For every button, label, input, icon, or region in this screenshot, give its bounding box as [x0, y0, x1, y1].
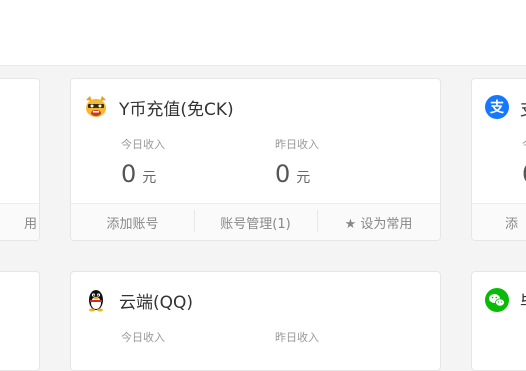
card-header: 云端(QQ) [83, 286, 193, 314]
today-income: 今日收入 0元 [121, 136, 165, 188]
yesterday-income-label: 昨日收入 [275, 138, 319, 151]
card-title: 云端(QQ) [119, 292, 194, 313]
wechat-icon [484, 287, 510, 313]
card-title: 支 [520, 95, 526, 120]
account-card-left-partial: 用 [0, 78, 40, 241]
today-income-label: 今日收入 [121, 331, 165, 344]
yesterday-income: 昨日收入 [275, 329, 319, 345]
alipay-icon: 支 [484, 94, 510, 120]
today-income: 今 0 [522, 136, 526, 188]
card-title: Y币充值(免CK) [119, 99, 234, 120]
account-card-ybi: Y币充值(免CK) 今日收入 0元 昨日收入 0元 添加账号 账号管理(1) ★… [70, 78, 441, 241]
card-header: 毕 [484, 286, 526, 314]
today-income: 今日收入 [121, 329, 165, 345]
tiger-icon [83, 94, 109, 120]
add-account-button[interactable]: 添加账号 [71, 213, 194, 232]
card-title: 毕 [520, 288, 526, 313]
card-header: Y币充值(免CK) [83, 93, 234, 121]
account-card-wechat-partial: 毕 [471, 271, 526, 371]
set-favorite-button[interactable]: 用 [0, 213, 39, 232]
today-income-value: 0 [121, 160, 137, 188]
yesterday-income: 昨日收入 0元 [275, 136, 319, 188]
set-favorite-label: 设为常用 [360, 216, 413, 232]
manage-account-button[interactable]: 账号管理(1) [194, 209, 317, 232]
yesterday-income-label: 昨日收入 [275, 331, 319, 344]
svg-text:支: 支 [489, 99, 505, 116]
set-favorite-button[interactable]: ★ 设为常用 [317, 209, 440, 232]
account-card-left-partial-row2 [0, 271, 40, 371]
star-icon: ★ [344, 216, 357, 232]
account-card-alipay-partial: 支 支 今 0 添 [471, 78, 526, 241]
currency-unit: 元 [296, 170, 311, 186]
today-income-label: 今日收入 [121, 138, 165, 151]
account-card-qq: 云端(QQ) 今日收入 昨日收入 [70, 271, 441, 371]
card-footer: 添 [472, 203, 526, 240]
top-bar [0, 0, 526, 66]
card-header: 支 支 [484, 93, 526, 121]
card-footer: 用 [0, 203, 39, 240]
qq-penguin-icon [83, 287, 109, 313]
yesterday-income-value: 0 [275, 160, 291, 188]
currency-unit: 元 [142, 170, 157, 186]
add-account-button[interactable]: 添 [472, 213, 526, 232]
card-footer: 添加账号 账号管理(1) ★ 设为常用 [71, 203, 440, 240]
